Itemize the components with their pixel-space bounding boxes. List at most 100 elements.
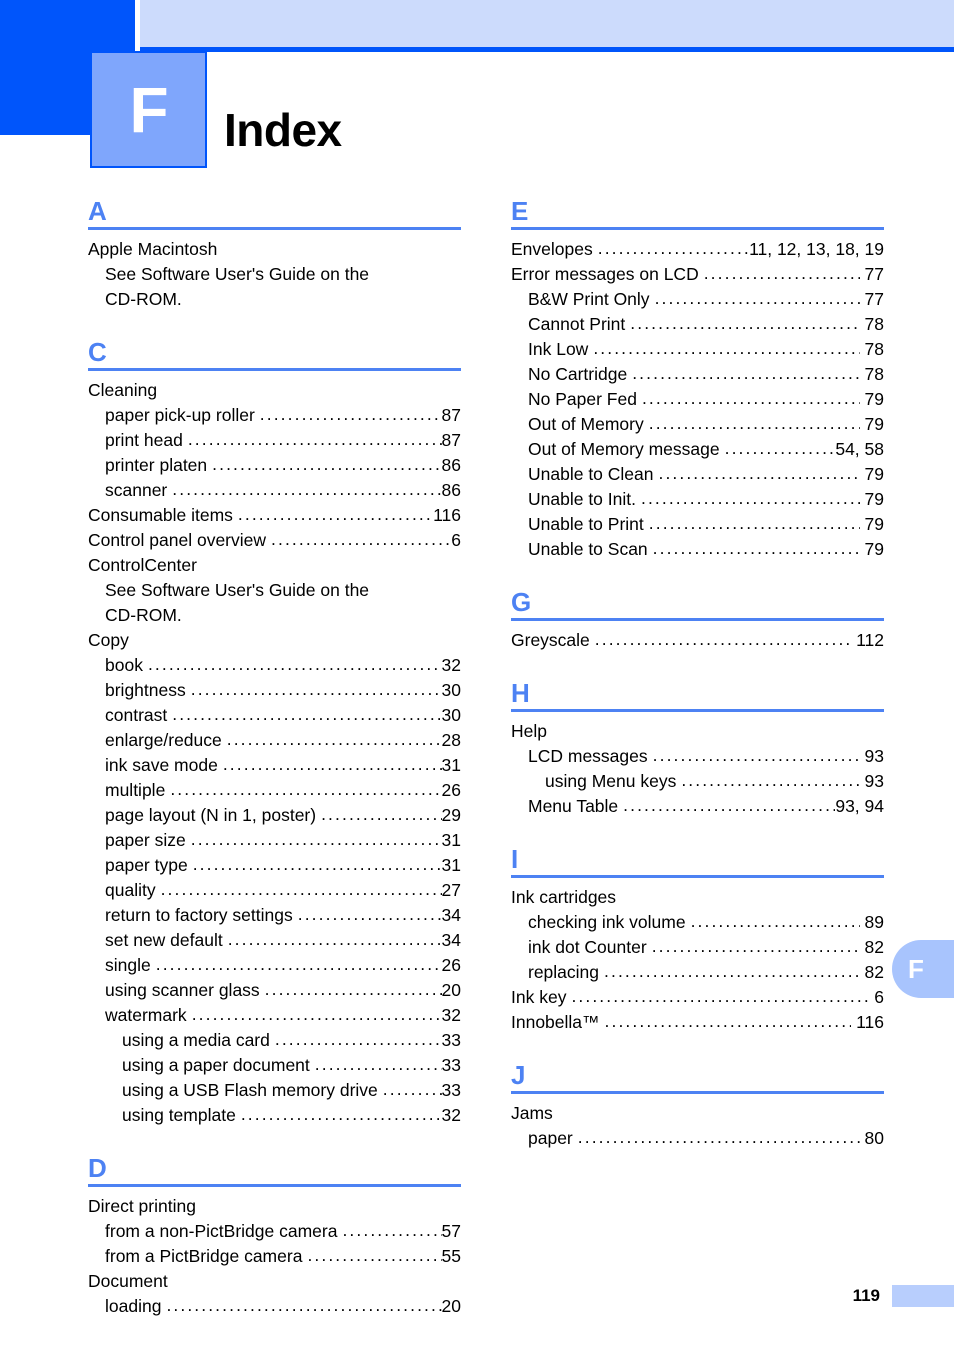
index-entry-label: Envelopes	[511, 239, 593, 259]
index-entry-page: 79	[864, 414, 884, 434]
index-section-letter: E	[511, 196, 529, 226]
index-entry-label: watermark	[105, 1005, 187, 1025]
index-section: C Cleaning paper pick-up roller...........…	[88, 337, 461, 1128]
index-section-letter: C	[88, 337, 107, 367]
index-entry-label: ink dot Counter	[528, 937, 647, 957]
index-entry-page: 11, 12, 13, 18, 19	[749, 239, 884, 259]
index-entry-leader: ........................................…	[274, 1029, 442, 1049]
index-entry: Consumable items........................…	[88, 503, 461, 528]
index-section-letter: G	[511, 587, 532, 617]
index-entry-leader: ........................................…	[187, 429, 442, 449]
index-entry: brightness..............................…	[88, 678, 461, 703]
index-entry: Cleaning	[88, 378, 461, 403]
index-entry-label: Error messages on LCD	[511, 264, 699, 284]
index-entry-label: Unable to Clean	[528, 464, 654, 484]
index-entry-leader: ........................................…	[604, 961, 860, 981]
chapter-badge-letter: F	[129, 73, 168, 146]
index-entry-label: Consumable items	[88, 505, 233, 525]
index-entry-label: CD-ROM.	[105, 605, 182, 625]
index-entry: No Paper Fed............................…	[511, 387, 884, 412]
index-entry-page: 26	[441, 955, 461, 975]
index-entry-leader: ........................................…	[297, 904, 442, 924]
index-entry: from a PictBridge camera................…	[88, 1244, 461, 1269]
index-section-letter: A	[88, 196, 107, 226]
index-entry: ink save mode...........................…	[88, 753, 461, 778]
index-entry-page: 31	[441, 830, 461, 850]
index-entry-page: 78	[864, 339, 884, 359]
index-entry: book....................................…	[88, 653, 461, 678]
index-entry-leader: ........................................…	[681, 770, 860, 790]
index-entry-page: 112	[856, 630, 884, 650]
index-entry-label: from a non-PictBridge camera	[105, 1221, 338, 1241]
index-entry-label: printer platen	[105, 455, 208, 475]
index-entry-label: brightness	[105, 680, 186, 700]
index-entry-page: 78	[864, 314, 884, 334]
index-entry-page: 77	[864, 289, 884, 309]
index-entry-page: 29	[441, 805, 461, 825]
index-section-rule	[88, 368, 461, 371]
index-entry: CD-ROM.	[88, 287, 461, 312]
index-entry-label: Innobella™	[511, 1012, 600, 1032]
index-entry-label: See Software User's Guide on the	[105, 580, 370, 600]
index-entry: Out of Memory...........................…	[511, 412, 884, 437]
index-entry-page: 93	[864, 771, 884, 791]
index-entry-leader: ........................................…	[382, 1079, 442, 1099]
index-entry-label: ink save mode	[105, 755, 218, 775]
index-entry-leader: ........................................…	[321, 804, 441, 824]
index-entry-label: Out of Memory	[528, 414, 644, 434]
index-entry-page: 6	[451, 530, 461, 550]
index-entry-leader: ........................................…	[226, 729, 442, 749]
index-entry-label: B&W Print Only	[528, 289, 650, 309]
index-entry-leader: ........................................…	[652, 745, 860, 765]
chapter-badge: F	[90, 51, 207, 168]
index-entry-label: Apple Macintosh	[88, 239, 218, 259]
index-entry: Copy	[88, 628, 461, 653]
index-entry: Jams	[511, 1101, 884, 1126]
index-entry-page: 86	[441, 455, 461, 475]
index-entry-label: No Paper Fed	[528, 389, 637, 409]
index-entry: using a paper document..................…	[88, 1053, 461, 1078]
index-entry-page: 31	[441, 755, 461, 775]
index-entry-page: 55	[441, 1246, 461, 1266]
index-entry: using Menu keys.........................…	[511, 769, 884, 794]
index-entry-label: Control panel overview	[88, 530, 267, 550]
index-entry: scanner.................................…	[88, 478, 461, 503]
index-entry-label: LCD messages	[528, 746, 648, 766]
index-entry: paper...................................…	[511, 1126, 884, 1151]
index-entry: set new default.........................…	[88, 928, 461, 953]
index-entry: Apple Macintosh	[88, 237, 461, 262]
index-entry-leader: ........................................…	[641, 388, 860, 408]
index-entry-label: See Software User's Guide on the	[105, 264, 370, 284]
index-entry: Help	[511, 719, 884, 744]
index-entry: Cannot Print............................…	[511, 312, 884, 337]
index-entry-page: 30	[441, 680, 461, 700]
index-entry-leader: ........................................…	[658, 463, 860, 483]
index-entry-leader: ........................................…	[259, 404, 442, 424]
index-section-rule	[511, 875, 884, 878]
index-section: G Greyscale..............................…	[511, 587, 884, 653]
index-entry-label: Unable to Init.	[528, 489, 636, 509]
index-entry-label: Ink Low	[528, 339, 589, 359]
index-entry-page: 89	[864, 912, 884, 932]
index-entry: Ink key.................................…	[511, 985, 884, 1010]
index-entry-page: 116	[433, 505, 461, 525]
index-entry: ControlCenter	[88, 553, 461, 578]
index-entry: enlarge/reduce..........................…	[88, 728, 461, 753]
index-entry: printer platen..........................…	[88, 453, 461, 478]
index-entry-page: 32	[441, 1105, 461, 1125]
index-entry-label: Ink cartridges	[511, 887, 617, 907]
header-rule	[140, 47, 954, 52]
index-entry: Innobella™..............................…	[511, 1010, 884, 1035]
index-entry: Control panel overview..................…	[88, 528, 461, 553]
index-entry-leader: ........................................…	[648, 513, 860, 533]
index-entry-leader: ........................................…	[703, 263, 860, 283]
index-entry-page: 78	[864, 364, 884, 384]
index-entry-page: 34	[441, 930, 461, 950]
index-entry: LCD messages............................…	[511, 744, 884, 769]
index-entry-page: 57	[441, 1221, 461, 1241]
index-entry-label: No Cartridge	[528, 364, 628, 384]
index-entry: ink dot Counter.........................…	[511, 935, 884, 960]
index-entry: page layout (N in 1, poster)............…	[88, 803, 461, 828]
index-entry-page: 77	[864, 264, 884, 284]
index-entry-label: replacing	[528, 962, 600, 982]
